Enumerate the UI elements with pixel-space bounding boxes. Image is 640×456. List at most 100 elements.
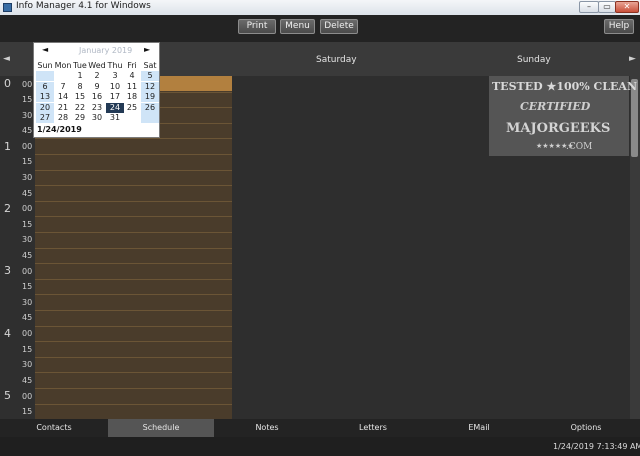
calendar-day[interactable]: 17 [106,92,124,102]
weekday-header: Mon [54,61,72,70]
slot-divider [35,138,232,139]
slot-divider [35,357,232,358]
calendar-day[interactable]: 2 [88,71,106,81]
slot-divider [35,185,232,186]
status-datetime: 1/24/2019 7:13:49 AM [553,442,640,451]
minute-label: 45 [22,126,33,135]
minute-label: 15 [22,157,33,166]
previous-month-arrow-icon[interactable]: ◄ [42,45,48,54]
slot-divider [35,294,232,295]
hour-label: 1 [4,140,11,153]
slot-divider [35,310,232,311]
minute-label: 45 [22,376,33,385]
calendar-empty-cell [36,71,54,81]
calendar-day[interactable]: 11 [123,82,141,92]
weekday-header: Wed [88,61,106,70]
calendar-day[interactable]: 24 [106,103,124,113]
calendar-day[interactable]: 30 [88,113,106,123]
calendar-empty-cell [123,113,141,123]
slot-divider [35,388,232,389]
tab-notes[interactable]: Notes [214,419,320,437]
hour-label: 0 [4,77,11,90]
calendar-day[interactable]: 27 [36,113,54,123]
calendar-day[interactable]: 22 [71,103,89,113]
calendar-day[interactable]: 7 [54,82,72,92]
calendar-day[interactable]: 10 [106,82,124,92]
tab-contacts[interactable]: Contacts [0,419,108,437]
previous-day-arrow-icon[interactable]: ◄ [3,54,10,64]
minute-label: 00 [22,267,33,276]
minute-label: 30 [22,173,33,182]
calendar-day[interactable]: 26 [141,103,159,113]
minute-label: 30 [22,298,33,307]
minute-label: 15 [22,407,33,416]
status-bar [0,437,640,456]
calendar-day[interactable]: 23 [88,103,106,113]
minute-label: 30 [22,235,33,244]
minute-label: 45 [22,189,33,198]
close-button[interactable]: ✕ [615,1,639,13]
minute-label: 00 [22,204,33,213]
calendar-day[interactable]: 29 [71,113,89,123]
hour-label: 2 [4,202,11,215]
calendar-day[interactable]: 19 [141,92,159,102]
calendar-day[interactable]: 5 [141,71,159,81]
calendar-day[interactable]: 1 [71,71,89,81]
slot-divider [35,372,232,373]
minute-label: 00 [22,392,33,401]
tab-email[interactable]: EMail [426,419,532,437]
hour-label: 4 [4,327,11,340]
calendar-day[interactable]: 13 [36,92,54,102]
minute-label: 30 [22,360,33,369]
selected-date-label: 1/24/2019 [37,125,82,134]
hour-label: 3 [4,264,11,277]
calendar-day[interactable]: 16 [88,92,106,102]
window-title: Info Manager 4.1 for Windows [16,1,151,11]
menu-button[interactable]: Menu [280,19,315,34]
weekday-header: Sun [37,61,53,70]
minute-label: 45 [22,251,33,260]
day-label-saturday: Saturday [316,55,357,65]
calendar-day[interactable]: 15 [71,92,89,102]
calendar-day[interactable]: 6 [36,82,54,92]
slot-divider [35,216,232,217]
calendar-day[interactable]: 21 [54,103,72,113]
minimize-button[interactable]: – [579,1,599,13]
next-day-arrow-icon[interactable]: ► [629,54,636,64]
slot-divider [35,154,232,155]
tab-schedule[interactable]: Schedule [108,419,214,437]
calendar-day[interactable]: 3 [106,71,124,81]
calendar-empty-cell [54,71,72,81]
delete-button[interactable]: Delete [320,19,358,34]
calendar-day[interactable]: 25 [123,103,141,113]
calendar-day[interactable]: 20 [36,103,54,113]
calendar-day[interactable]: 4 [123,71,141,81]
day-label-sunday: Sunday [517,55,551,65]
hour-label: 5 [4,389,11,402]
calendar-day[interactable]: 8 [71,82,89,92]
badge-text: CERTIFIED [520,100,591,113]
slot-divider [35,232,232,233]
calendar-empty-cell [141,113,159,123]
slot-divider [35,341,232,342]
slot-divider [35,263,232,264]
calendar-day[interactable]: 31 [106,113,124,123]
print-button[interactable]: Print [238,19,276,34]
maximize-button[interactable]: ▭ [598,1,616,13]
minute-label: 00 [22,80,33,89]
weekday-header: Sat [143,61,157,70]
tab-letters[interactable]: Letters [320,419,426,437]
calendar-day[interactable]: 14 [54,92,72,102]
next-month-arrow-icon[interactable]: ► [144,45,150,54]
tab-options[interactable]: Options [532,419,640,437]
weekday-header: Tue [73,61,87,70]
minute-label: 45 [22,313,33,322]
calendar-day[interactable]: 18 [123,92,141,102]
slot-divider [35,170,232,171]
calendar-day[interactable]: 12 [141,82,159,92]
minute-label: 15 [22,282,33,291]
calendar-day[interactable]: 9 [88,82,106,92]
help-button[interactable]: Help [604,19,634,34]
minute-label: 15 [22,220,33,229]
calendar-day[interactable]: 28 [54,113,72,123]
